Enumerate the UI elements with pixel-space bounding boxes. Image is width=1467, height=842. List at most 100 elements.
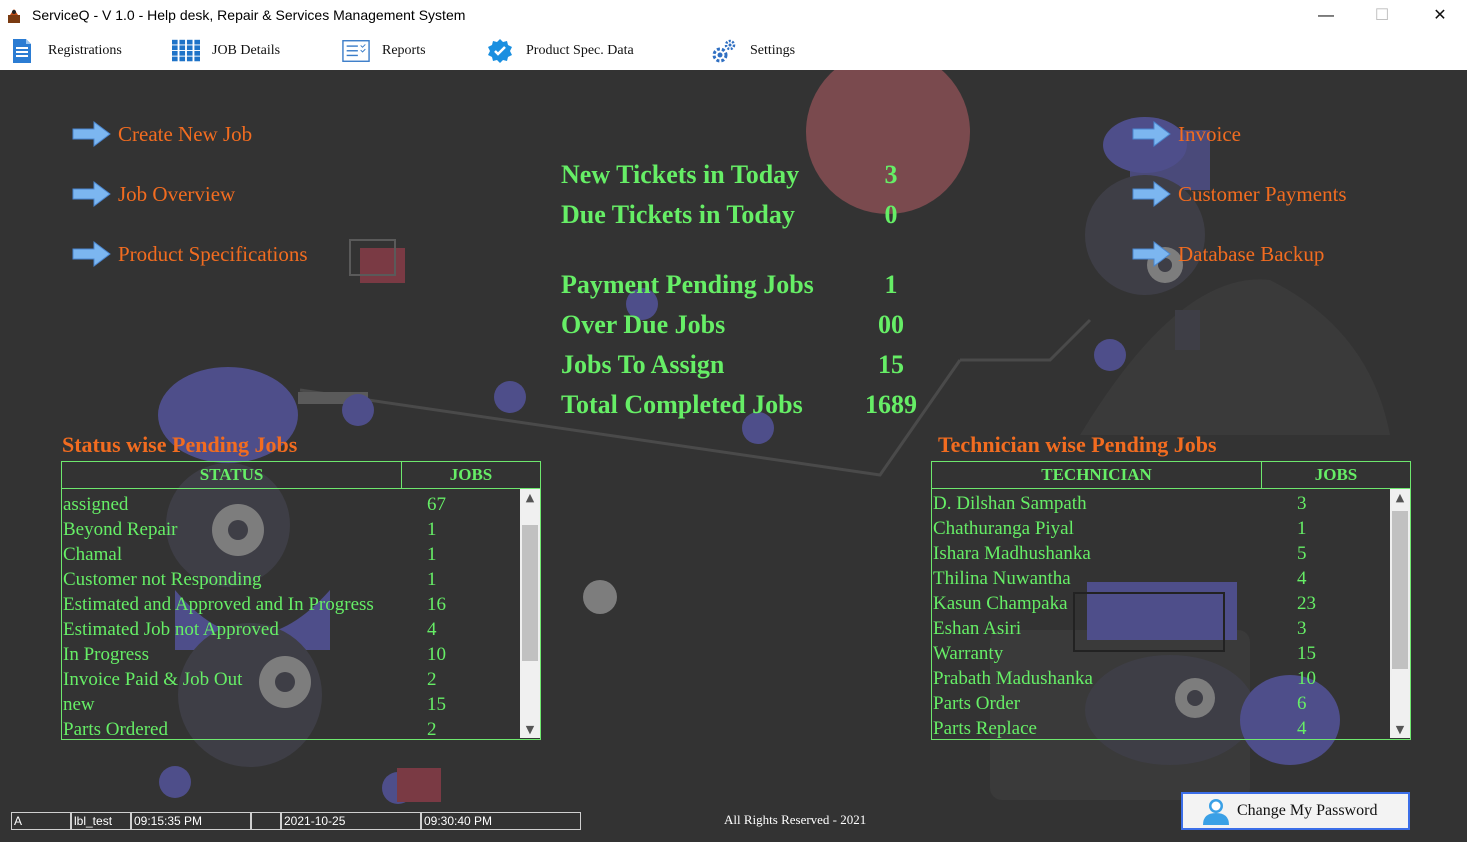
column-header-status[interactable]: STATUS <box>62 462 402 488</box>
table-row[interactable]: Chamal 1 <box>62 542 540 567</box>
arrow-right-icon <box>1132 181 1171 207</box>
arrow-right-icon <box>72 241 111 267</box>
table-row[interactable]: Invoice Paid & Job Out 2 <box>62 667 540 692</box>
product-specifications-link[interactable]: Product Specifications <box>72 240 308 268</box>
jobs-cell: 15 <box>427 694 446 715</box>
minimize-button[interactable]: — <box>1303 0 1349 31</box>
stat-value-new-tickets: 3 <box>884 160 898 189</box>
status-grid-scrollbar[interactable]: ▲ ▼ <box>520 489 540 738</box>
jobs-cell: 67 <box>427 494 446 515</box>
technician-cell: D. Dilshan Sampath <box>933 493 1087 514</box>
jobs-cell: 4 <box>427 619 437 640</box>
table-row[interactable]: Prabath Madushanka 10 <box>932 666 1410 691</box>
jobs-cell: 4 <box>1297 718 1307 739</box>
customer-payments-link[interactable]: Customer Payments <box>1132 180 1347 208</box>
table-row[interactable]: Chathuranga Piyal 1 <box>932 516 1410 541</box>
menu-settings[interactable]: Settings <box>710 31 795 70</box>
arrow-right-icon <box>1132 241 1171 267</box>
column-header-jobs[interactable]: JOBS <box>1262 462 1410 488</box>
invoice-link[interactable]: Invoice <box>1132 120 1241 148</box>
menu-reports[interactable]: Reports <box>342 31 426 70</box>
table-row[interactable]: Eshan Asiri 3 <box>932 616 1410 641</box>
stat-label-new-tickets: New Tickets in Today <box>561 160 800 189</box>
link-label: Invoice <box>1178 121 1241 146</box>
stat-label-over-due: Over Due Jobs <box>561 310 726 339</box>
status-cell-label: lbl_test <box>71 812 131 830</box>
tech-grid-scrollbar[interactable]: ▲ ▼ <box>1390 489 1410 738</box>
grid-icon <box>172 37 200 65</box>
stat-value-jobs-to-assign: 15 <box>878 350 904 379</box>
technician-cell: Parts Order <box>933 693 1021 714</box>
status-cell-user: A <box>11 812 71 830</box>
arrow-right-icon <box>72 121 111 147</box>
dashboard: Create New Job Job Overview Product Spec… <box>0 70 1467 842</box>
table-row[interactable]: Kasun Champaka 23 <box>932 591 1410 616</box>
technician-cell: Prabath Madushanka <box>933 668 1093 689</box>
scroll-thumb[interactable] <box>1392 511 1408 669</box>
tech-grid-body: D. Dilshan Sampath 3 Chathuranga Piyal 1 I… <box>931 489 1411 740</box>
gears-icon <box>710 37 738 65</box>
scroll-thumb[interactable] <box>522 525 538 661</box>
table-row[interactable]: Warranty 15 <box>932 641 1410 666</box>
verified-badge-icon <box>486 37 514 65</box>
table-row[interactable]: In Progress 10 <box>62 642 540 667</box>
table-row[interactable]: Thilina Nuwantha 4 <box>932 566 1410 591</box>
jobs-cell: 3 <box>1297 493 1307 514</box>
jobs-cell: 1 <box>427 569 437 590</box>
scroll-down-icon[interactable]: ▼ <box>1390 721 1410 738</box>
menu-product-spec-data[interactable]: Product Spec. Data <box>486 31 634 70</box>
table-row[interactable]: Ishara Madhushanka 5 <box>932 541 1410 566</box>
technician-cell: Chathuranga Piyal <box>933 518 1074 539</box>
table-row[interactable]: Parts Ordered 2 <box>62 717 540 740</box>
table-row[interactable]: Parts Order 6 <box>932 691 1410 716</box>
jobs-cell: 23 <box>1297 593 1316 614</box>
table-row[interactable]: Beyond Repair 1 <box>62 517 540 542</box>
status-cell: Customer not Responding <box>63 569 262 590</box>
status-cell-time-start: 09:15:35 PM <box>131 812 251 830</box>
create-new-job-link[interactable]: Create New Job <box>72 120 252 148</box>
menu-label: Settings <box>750 42 796 58</box>
menu-registrations[interactable]: Registrations <box>8 31 122 70</box>
menu-bar: Registrations JOB Details Reports Produc… <box>0 31 1467 70</box>
table-row[interactable]: Parts Replace 4 <box>932 716 1410 739</box>
job-overview-link[interactable]: Job Overview <box>72 180 235 208</box>
status-grid: STATUS JOBS assigned 67 Beyond Repair 1 Ch… <box>61 461 541 741</box>
table-row[interactable]: Estimated and Approved and In Progress 16 <box>62 592 540 617</box>
change-password-label: Change My Password <box>1237 802 1378 819</box>
scroll-up-icon[interactable]: ▲ <box>1390 489 1410 506</box>
technician-cell: Parts Replace <box>933 718 1037 739</box>
stat-value-total-completed: 1689 <box>865 390 917 419</box>
status-cell-date: 2021-10-25 <box>281 812 421 830</box>
status-grid-body: assigned 67 Beyond Repair 1 Chamal 1 Custom… <box>61 489 541 740</box>
table-row[interactable]: Customer not Responding 1 <box>62 567 540 592</box>
jobs-cell: 5 <box>1297 543 1307 564</box>
document-icon <box>8 37 36 65</box>
jobs-cell: 16 <box>427 594 446 615</box>
menu-job-details[interactable]: JOB Details <box>172 31 280 70</box>
change-password-button[interactable]: Change My Password <box>1181 792 1410 830</box>
jobs-cell: 10 <box>427 644 446 665</box>
table-row[interactable]: D. Dilshan Sampath 3 <box>932 491 1410 516</box>
title-bar: ServiceQ - V 1.0 - Help desk, Repair & S… <box>0 0 1467 31</box>
maximize-button[interactable]: ☐ <box>1359 0 1405 31</box>
close-button[interactable]: ✕ <box>1417 0 1463 31</box>
status-cell-clock: 09:30:40 PM <box>421 812 581 830</box>
stat-label-jobs-to-assign: Jobs To Assign <box>561 350 725 379</box>
table-row[interactable]: assigned 67 <box>62 492 540 517</box>
status-cell: Parts Ordered <box>63 719 168 740</box>
scroll-down-icon[interactable]: ▼ <box>520 721 540 738</box>
stat-label-payment-pending: Payment Pending Jobs <box>561 270 814 299</box>
column-header-jobs[interactable]: JOBS <box>402 462 540 488</box>
table-row[interactable]: new 15 <box>62 692 540 717</box>
jobs-cell: 4 <box>1297 568 1307 589</box>
status-cell: assigned <box>63 494 129 515</box>
status-grid-header: STATUS JOBS <box>61 461 541 489</box>
table-row[interactable]: Estimated Job not Approved 4 <box>62 617 540 642</box>
database-backup-link[interactable]: Database Backup <box>1132 240 1324 268</box>
column-header-technician[interactable]: TECHNICIAN <box>932 462 1262 488</box>
scroll-up-icon[interactable]: ▲ <box>520 489 540 506</box>
jobs-cell: 1 <box>427 519 437 540</box>
tech-grid-title: Technician wise Pending Jobs <box>938 432 1217 457</box>
stat-value-due-tickets: 0 <box>884 200 898 229</box>
menu-label: Registrations <box>48 42 122 58</box>
